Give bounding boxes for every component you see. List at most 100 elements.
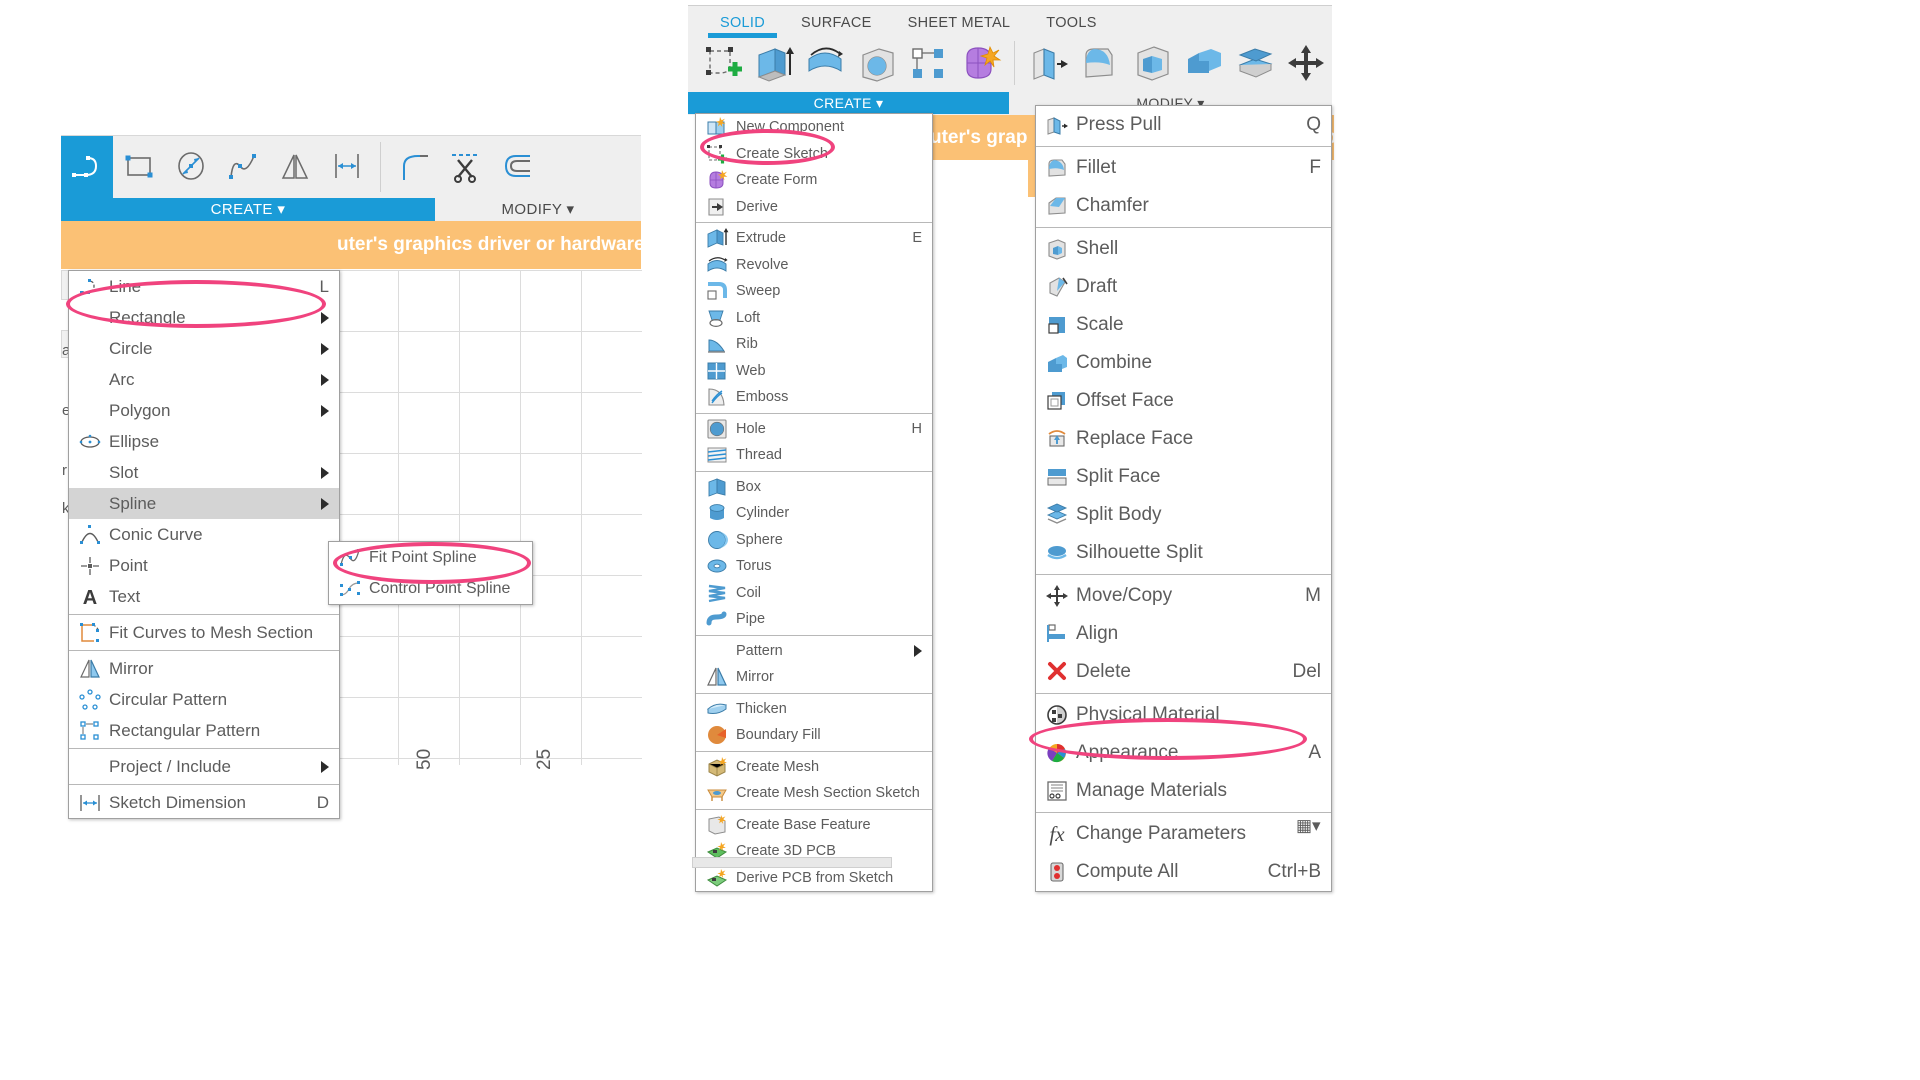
solid-create-menu[interactable]: New Component Create Sketch Create Form Der… [695,113,933,892]
menu-item-create-base-feature[interactable]: Create Base Feature [696,812,932,839]
menu-item-box[interactable]: Box [696,474,932,501]
offset-tool-button[interactable] [492,136,544,198]
menu-item-coil[interactable]: Coil [696,580,932,607]
fillet-button[interactable] [1074,41,1126,85]
menu-item-align[interactable]: Align [1036,615,1331,653]
menu-item-rectangular-pattern[interactable]: Rectangular Pattern [69,715,339,746]
create-sketch-button[interactable] [696,41,748,85]
menu-item-appearance[interactable]: Appearance A [1036,734,1331,772]
press-pull-button[interactable] [1023,41,1075,85]
hole-button[interactable] [851,41,903,85]
menu-item-line[interactable]: Line L [69,271,339,302]
menu-item-loft[interactable]: Loft [696,305,932,332]
left-ribbon-tab-modify[interactable]: MODIFY ▾ [435,198,641,222]
menu-item-circle[interactable]: Circle [69,333,339,364]
menu-item-mirror[interactable]: Mirror [696,664,932,691]
menu-item-conic-curve[interactable]: Conic Curve [69,519,339,550]
menu-item-extrude[interactable]: Extrude E [696,225,932,252]
left-ribbon-tab-create[interactable]: CREATE ▾ [61,198,435,222]
menu-item-ellipse[interactable]: Ellipse [69,426,339,457]
menu-item-compute-all[interactable]: Compute All Ctrl+B [1036,853,1331,891]
menu-item-manage-materials[interactable]: Manage Materials [1036,772,1331,810]
menu-item-fillet[interactable]: Fillet F [1036,149,1331,187]
menu-item-fit-point-spline[interactable]: Fit Point Spline [329,542,532,573]
shell-button[interactable] [1126,41,1178,85]
menu-item-torus[interactable]: Torus [696,553,932,580]
spline-submenu[interactable]: Fit Point Spline Control Point Spline [328,541,533,605]
combine-button[interactable] [1177,41,1229,85]
tab-sheet-metal[interactable]: SHEET METAL [890,15,1029,34]
rectangular-pattern-button[interactable] [902,41,954,85]
menu-item-text[interactable]: A Text [69,581,339,612]
menu-item-fit-curves-to-mesh-section[interactable]: Fit Curves to Mesh Section [69,617,339,648]
split-body-button[interactable] [1229,41,1281,85]
menu-item-polygon[interactable]: Polygon [69,395,339,426]
rectangle-tool-button[interactable] [113,136,165,198]
tab-solid[interactable]: SOLID [702,15,783,38]
menu-item-change-parameters[interactable]: fx Change Parameters [1036,815,1331,853]
menu-item-revolve[interactable]: Revolve [696,252,932,279]
create-form-button[interactable] [954,41,1006,85]
menu-item-rib[interactable]: Rib [696,331,932,358]
menu-item-hole[interactable]: Hole H [696,416,932,443]
move-copy-button[interactable] [1280,41,1332,85]
menu-item-sketch-dimension[interactable]: Sketch Dimension D [69,787,339,818]
menu-item-sweep[interactable]: Sweep [696,278,932,305]
menu-item-project-include[interactable]: Project / Include [69,751,339,782]
ribbon-tab-strip[interactable]: SOLID SURFACE SHEET METAL TOOLS [688,6,1332,38]
menu-item-combine[interactable]: Combine [1036,344,1331,382]
menu-item-rectangle[interactable]: Rectangle [69,302,339,333]
menu-item-chamfer[interactable]: Chamfer [1036,187,1331,225]
line-tool-button[interactable] [61,136,113,198]
menu-item-create-mesh-section-sketch[interactable]: Create Mesh Section Sketch [696,780,932,807]
menu-item-shell[interactable]: Shell [1036,230,1331,268]
menu-item-circular-pattern[interactable]: Circular Pattern [69,684,339,715]
menu-item-replace-face[interactable]: Replace Face [1036,420,1331,458]
menu-item-mirror[interactable]: Mirror [69,653,339,684]
menu-item-create-sketch[interactable]: Create Sketch [696,141,932,168]
menu-item-thread[interactable]: Thread [696,442,932,469]
solid-modify-menu[interactable]: Press Pull Q Fillet F Chamfer Shell Draft Scale… [1035,105,1332,892]
extrude-button[interactable] [748,41,800,85]
menu-item-move-copy[interactable]: Move/Copy M [1036,577,1331,615]
menu-item-pipe[interactable]: Pipe [696,606,932,633]
menu-item-create-mesh[interactable]: Create Mesh [696,754,932,781]
sketch-dimension-tool-button[interactable] [321,136,373,198]
menu-item-pattern[interactable]: Pattern [696,638,932,665]
menu-item-arc[interactable]: Arc [69,364,339,395]
menu-item-derive-pcb-from-sketch[interactable]: Derive PCB from Sketch [696,865,932,892]
menu-item-boundary-fill[interactable]: Boundary Fill [696,722,932,749]
menu-item-control-point-spline[interactable]: Control Point Spline [329,573,532,604]
circle-tool-button[interactable] [165,136,217,198]
trim-tool-button[interactable] [440,136,492,198]
fillet-tool-button[interactable] [388,136,440,198]
menu-item-create-form[interactable]: Create Form [696,167,932,194]
menu-item-sphere[interactable]: Sphere [696,527,932,554]
menu-item-physical-material[interactable]: Physical Material [1036,696,1331,734]
menu-item-thicken[interactable]: Thicken [696,696,932,723]
menu-item-point[interactable]: Point [69,550,339,581]
menu-item-offset-face[interactable]: Offset Face [1036,382,1331,420]
tab-tools[interactable]: TOOLS [1028,15,1114,34]
menu-scrollbar[interactable] [692,857,892,868]
grid-display-dropdown-icon[interactable]: ▦▾ [1296,816,1321,836]
tab-surface[interactable]: SURFACE [783,15,890,34]
menu-item-cylinder[interactable]: Cylinder [696,500,932,527]
menu-item-silhouette-split[interactable]: Silhouette Split [1036,534,1331,572]
menu-item-web[interactable]: Web [696,358,932,385]
menu-item-emboss[interactable]: Emboss [696,384,932,411]
spline-tool-button[interactable] [217,136,269,198]
sketch-create-menu[interactable]: Line L Rectangle Circle Arc Polygon Ellipse Slo… [68,270,340,819]
menu-item-scale[interactable]: Scale [1036,306,1331,344]
revolve-button[interactable] [799,41,851,85]
menu-item-press-pull[interactable]: Press Pull Q [1036,106,1331,144]
menu-item-slot[interactable]: Slot [69,457,339,488]
menu-item-split-body[interactable]: Split Body [1036,496,1331,534]
menu-item-draft[interactable]: Draft [1036,268,1331,306]
menu-item-split-face[interactable]: Split Face [1036,458,1331,496]
menu-item-new-component[interactable]: New Component [696,114,932,141]
menu-item-delete[interactable]: Delete Del [1036,653,1331,691]
menu-item-derive[interactable]: Derive [696,194,932,221]
menu-item-spline[interactable]: Spline [69,488,339,519]
center-ribbon-bar-create[interactable]: CREATE ▾ [688,92,1009,114]
